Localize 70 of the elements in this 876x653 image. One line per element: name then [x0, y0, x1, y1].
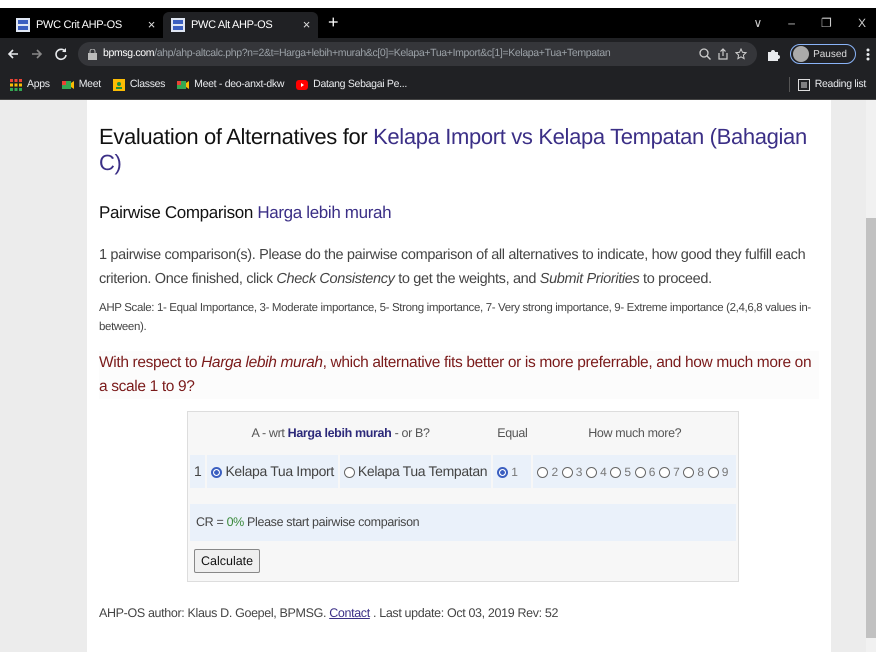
close-button[interactable]: X	[858, 14, 866, 32]
play-icon	[296, 78, 308, 90]
footer-text: AHP-OS author: Klaus D. Goepel, BPMSG. Contact . Last update: Oct 03, 2019 Rev: 52	[99, 605, 560, 622]
alternative-option[interactable]: Kelapa Tua Import	[207, 454, 338, 488]
close-tab-button[interactable]: ×	[148, 15, 155, 35]
instructions-text: 1 pairwise comparison(s). Please do the pairwise comparison of all alternatives to indicate, how good they fulfill each criterion. Once finished, click Check Consistency to get the weights, and Submit Priorities to proceed.	[99, 246, 806, 290]
section-heading: Pairwise Comparison Harga lebih murah	[99, 202, 392, 224]
radio-button[interactable]	[659, 466, 670, 478]
bookmark[interactable]: Meet	[62, 76, 101, 92]
scale-option[interactable]: 9	[708, 462, 732, 479]
scale-option[interactable]: 7	[659, 462, 684, 479]
page-icon	[16, 18, 30, 32]
tab-title: PWC Alt AHP-OS	[191, 18, 274, 33]
scale-option[interactable]: 6	[634, 462, 660, 479]
bookmark[interactable]: Datang Sebagai Pe...	[296, 76, 407, 92]
scale-option[interactable]: 2	[537, 462, 562, 479]
alternative-option[interactable]: Kelapa Tua Tempatan	[340, 454, 492, 488]
list-icon	[798, 78, 810, 90]
restore-button[interactable]: ❐	[820, 14, 832, 32]
puzzle-icon[interactable]	[767, 48, 780, 60]
scale-option[interactable]: 8	[683, 462, 708, 479]
camera-icon	[62, 78, 74, 90]
menu-icon[interactable]	[866, 48, 870, 60]
browser-tab[interactable]: PWC Crit AHP-OS ×	[8, 12, 163, 38]
column-header: How much more?	[587, 425, 682, 442]
bookmark[interactable]: Apps	[10, 76, 50, 92]
scale-option[interactable]: 3	[562, 462, 586, 479]
radio-button[interactable]	[562, 466, 573, 478]
radio-button[interactable]	[344, 466, 355, 478]
browser-tab[interactable]: PWC Alt AHP-OS ×	[163, 12, 318, 38]
back-icon[interactable]	[6, 47, 20, 61]
minimize-button[interactable]: –	[788, 14, 795, 32]
reading-list-button[interactable]: Reading list	[788, 76, 866, 92]
column-header: Equal	[496, 425, 528, 442]
radio-button[interactable]	[610, 466, 622, 478]
classroom-icon	[112, 78, 125, 90]
scale-option[interactable]: 4	[586, 462, 610, 479]
row-number: 1	[190, 454, 206, 488]
scale-note: AHP Scale: 1- Equal Importance, 3- Moderate importance, 5- Strong importance, 7- Very strong importance, 9- Extreme importance (2,4,6,8 values in-between).	[99, 301, 812, 336]
forward-icon[interactable]	[30, 47, 44, 61]
tab-title: PWC Crit AHP-OS	[36, 18, 123, 33]
profile-button[interactable]: Paused	[790, 44, 856, 64]
radio-button[interactable]	[211, 466, 222, 478]
camera-icon	[177, 78, 190, 90]
column-header: A - wrt Harga lebih murah - or B?	[250, 425, 431, 442]
reload-icon[interactable]	[54, 47, 68, 61]
radio-button[interactable]	[683, 466, 694, 478]
apps-icon	[10, 78, 22, 90]
star-icon[interactable]	[735, 48, 748, 60]
radio-button[interactable]	[708, 466, 719, 478]
page-icon	[171, 18, 185, 32]
consistency-message: CR = 0% Please start pairwise comparison	[190, 504, 736, 541]
bookmark[interactable]: Meet - deo-anxt-dkw	[177, 76, 284, 92]
tab-search-button[interactable]: ∨	[753, 14, 762, 32]
page-title: Evaluation of Alternatives for Kelapa Import vs Kelapa Tempatan (Bahagian C)	[99, 124, 808, 177]
close-tab-button[interactable]: ×	[302, 15, 310, 35]
radio-button[interactable]	[634, 466, 646, 478]
avatar-icon	[793, 46, 810, 62]
radio-button[interactable]	[497, 466, 508, 478]
radio-button[interactable]	[586, 466, 598, 478]
contact-link[interactable]: Contact	[329, 606, 370, 620]
scrollbar-thumb[interactable]	[866, 218, 876, 638]
radio-button[interactable]	[537, 466, 548, 478]
new-tab-button[interactable]: +	[318, 9, 349, 38]
share-icon[interactable]	[717, 48, 730, 60]
bookmark[interactable]: Classes	[112, 76, 166, 92]
calculate-button[interactable]: Calculate	[194, 548, 260, 574]
zoom-icon[interactable]	[699, 48, 712, 60]
lock-icon	[88, 48, 97, 60]
scale-option[interactable]: 5	[610, 462, 635, 479]
